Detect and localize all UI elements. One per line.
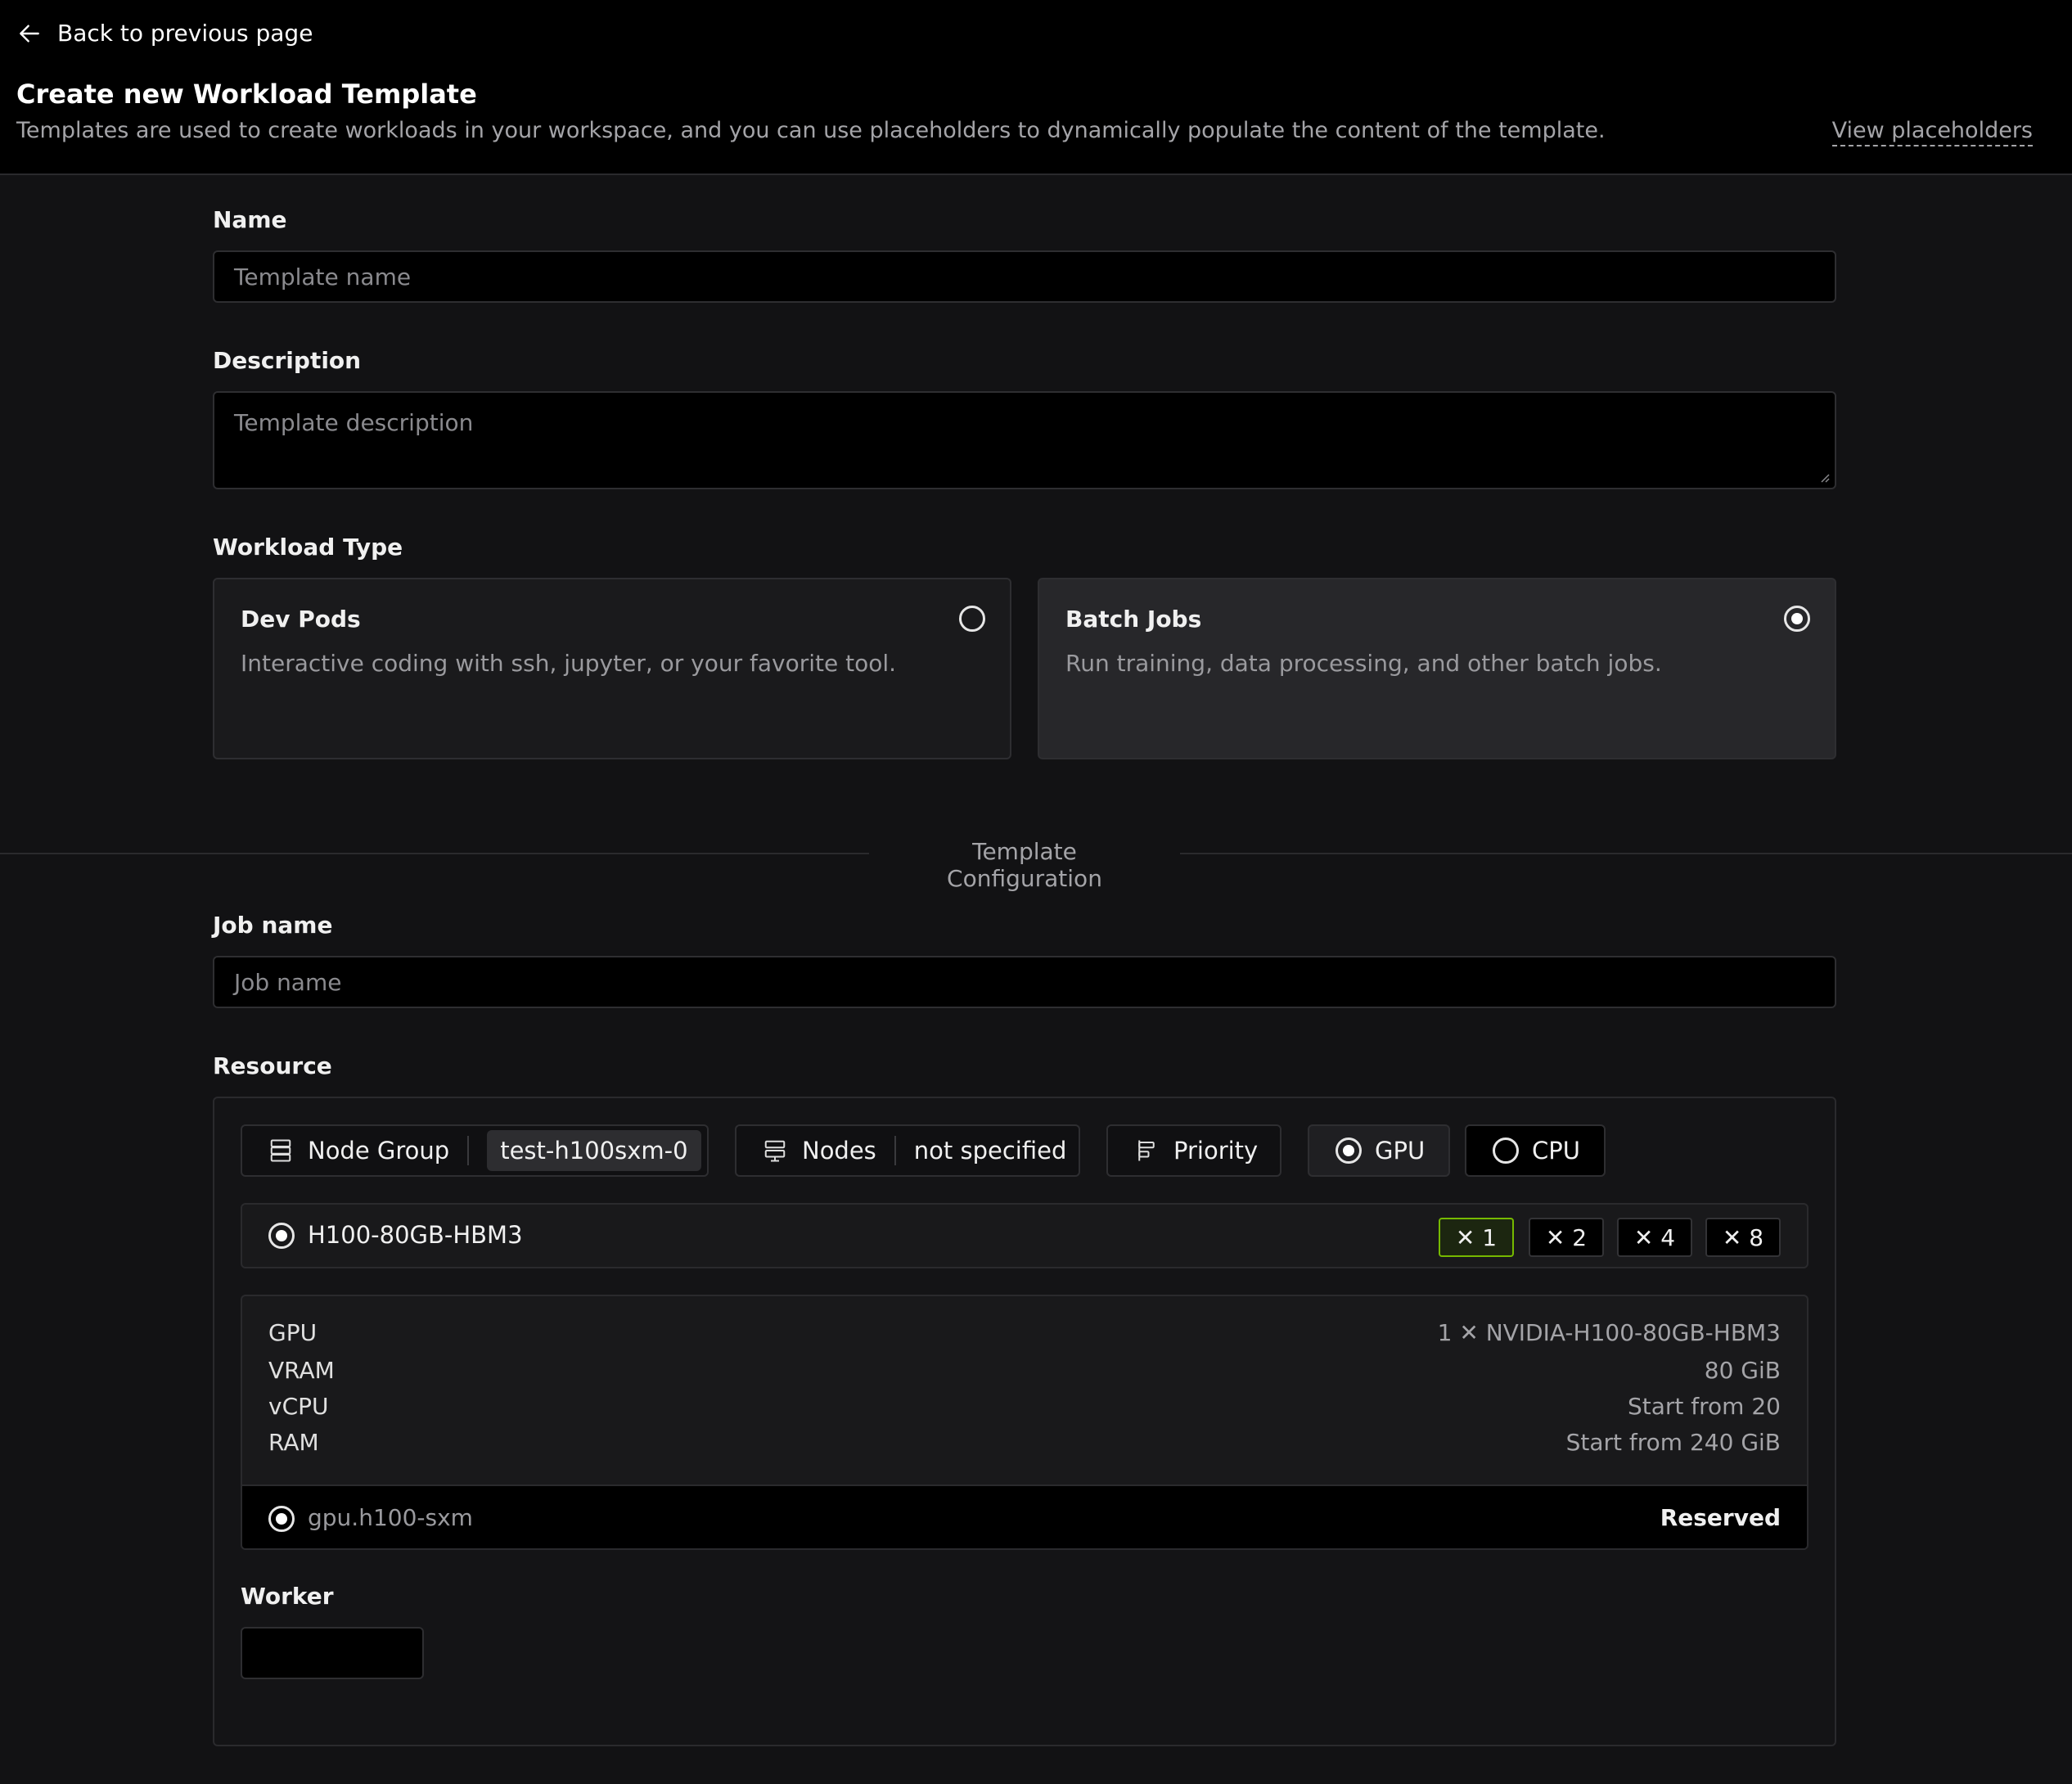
back-link[interactable]: Back to previous page <box>16 20 313 47</box>
multiplier-x1-button[interactable]: ✕ 1 <box>1439 1218 1514 1257</box>
multiplier-value: 1 <box>1482 1223 1498 1251</box>
radio-selected-icon <box>1336 1138 1362 1164</box>
template-name-input[interactable]: Template name <box>213 250 1836 303</box>
priority-icon <box>1138 1140 1155 1161</box>
close-icon: ✕ <box>1722 1223 1750 1251</box>
gpu-option-name: H100-80GB-HBM3 <box>308 1221 523 1249</box>
card-description: Run training, data processing, and other… <box>1065 650 1662 677</box>
multiplier-x2-button[interactable]: ✕ 2 <box>1529 1218 1604 1257</box>
gpu-toggle-label: GPU <box>1375 1137 1426 1165</box>
radio-icon[interactable] <box>959 606 985 632</box>
template-description-placeholder: Template description <box>234 409 474 436</box>
job-name-input[interactable]: Job name <box>213 956 1836 1008</box>
node-group-selector[interactable]: Node Group test-h100sxm-0 <box>241 1124 709 1177</box>
template-description-input[interactable]: Template description <box>213 391 1836 489</box>
spec-value-vcpu: Start from 20 <box>1628 1393 1781 1420</box>
card-title: Dev Pods <box>241 606 361 633</box>
gpu-toggle[interactable]: GPU <box>1308 1124 1450 1177</box>
resize-grip-icon[interactable] <box>1818 471 1830 483</box>
priority-selector[interactable]: Priority <box>1106 1124 1281 1177</box>
page-title: Create new Workload Template <box>16 79 477 110</box>
job-name-label: Job name <box>213 912 333 939</box>
workload-type-batch-jobs[interactable]: Batch Jobs Run training, data processing… <box>1038 578 1836 759</box>
spec-value-gpu: 1 ✕ NVIDIA-H100-80GB-HBM3 <box>1437 1319 1781 1346</box>
close-icon: ✕ <box>1633 1223 1661 1251</box>
multiplier-value: 8 <box>1749 1223 1764 1251</box>
multiplier-x4-button[interactable]: ✕ 4 <box>1617 1218 1692 1257</box>
server-icon <box>270 1139 291 1162</box>
page-header: Back to previous page Create new Workloa… <box>0 0 2072 175</box>
instance-offer-row[interactable]: gpu.h100-sxm Reserved <box>242 1484 1807 1548</box>
job-name-placeholder: Job name <box>234 968 342 996</box>
spec-value-vram: 80 GiB <box>1704 1357 1781 1384</box>
view-placeholders-link[interactable]: View placeholders <box>1831 118 2033 146</box>
card-title: Batch Jobs <box>1065 606 1202 633</box>
close-icon: ✕ <box>1545 1223 1573 1251</box>
back-link-label: Back to previous page <box>57 20 313 47</box>
radio-selected-icon[interactable] <box>268 1223 295 1249</box>
spec-value-ram: Start from 240 GiB <box>1565 1429 1781 1456</box>
page-subtitle: Templates are used to create workloads i… <box>16 118 1606 143</box>
spec-key-gpu: GPU <box>268 1319 318 1346</box>
worker-label: Worker <box>241 1583 334 1610</box>
multiplier-x8-button[interactable]: ✕ 8 <box>1705 1218 1781 1257</box>
worker-count-input[interactable] <box>241 1627 424 1679</box>
instance-offer-status: Reserved <box>1660 1504 1781 1531</box>
gpu-specs-panel: GPU 1 ✕ NVIDIA-H100-80GB-HBM3 VRAM 80 Gi… <box>241 1295 1808 1550</box>
cpu-toggle[interactable]: CPU <box>1465 1124 1606 1177</box>
node-group-value: test-h100sxm-0 <box>487 1130 701 1171</box>
nodes-value: not specified <box>913 1137 1067 1165</box>
spec-key-vram: VRAM <box>268 1357 335 1384</box>
chip-separator <box>894 1136 896 1165</box>
close-icon: ✕ <box>1455 1223 1483 1251</box>
workload-type-dev-pods[interactable]: Dev Pods Interactive coding with ssh, ju… <box>213 578 1011 759</box>
spec-key-vcpu: vCPU <box>268 1393 329 1420</box>
nodes-selector[interactable]: Nodes not specified <box>735 1124 1080 1177</box>
card-description: Interactive coding with ssh, jupyter, or… <box>241 650 897 677</box>
divider-left <box>0 853 869 854</box>
resource-label: Resource <box>213 1052 332 1079</box>
multiplier-value: 4 <box>1660 1223 1676 1251</box>
workload-type-label: Workload Type <box>213 534 403 561</box>
divider-right <box>1180 853 2072 854</box>
section-title: Template Configuration <box>947 838 1102 892</box>
node-group-label: Node Group <box>308 1137 450 1165</box>
multiplier-value: 2 <box>1572 1223 1588 1251</box>
radio-icon <box>1493 1138 1519 1164</box>
template-name-placeholder: Template name <box>234 263 412 291</box>
radio-selected-icon[interactable] <box>268 1506 295 1532</box>
gpu-option-row[interactable]: H100-80GB-HBM3 ✕ 1 ✕ 2 ✕ 4 ✕ 8 <box>241 1203 1808 1268</box>
name-label: Name <box>213 206 287 233</box>
priority-label: Priority <box>1173 1137 1259 1165</box>
cpu-toggle-label: CPU <box>1532 1137 1580 1165</box>
radio-selected-icon[interactable] <box>1784 606 1810 632</box>
nodes-icon <box>764 1140 786 1162</box>
arrow-left-icon <box>20 24 39 43</box>
spec-key-ram: RAM <box>268 1429 319 1456</box>
description-label: Description <box>213 347 362 374</box>
instance-offer-name: gpu.h100-sxm <box>308 1504 473 1531</box>
chip-separator <box>467 1136 470 1165</box>
nodes-label: Nodes <box>802 1137 876 1165</box>
